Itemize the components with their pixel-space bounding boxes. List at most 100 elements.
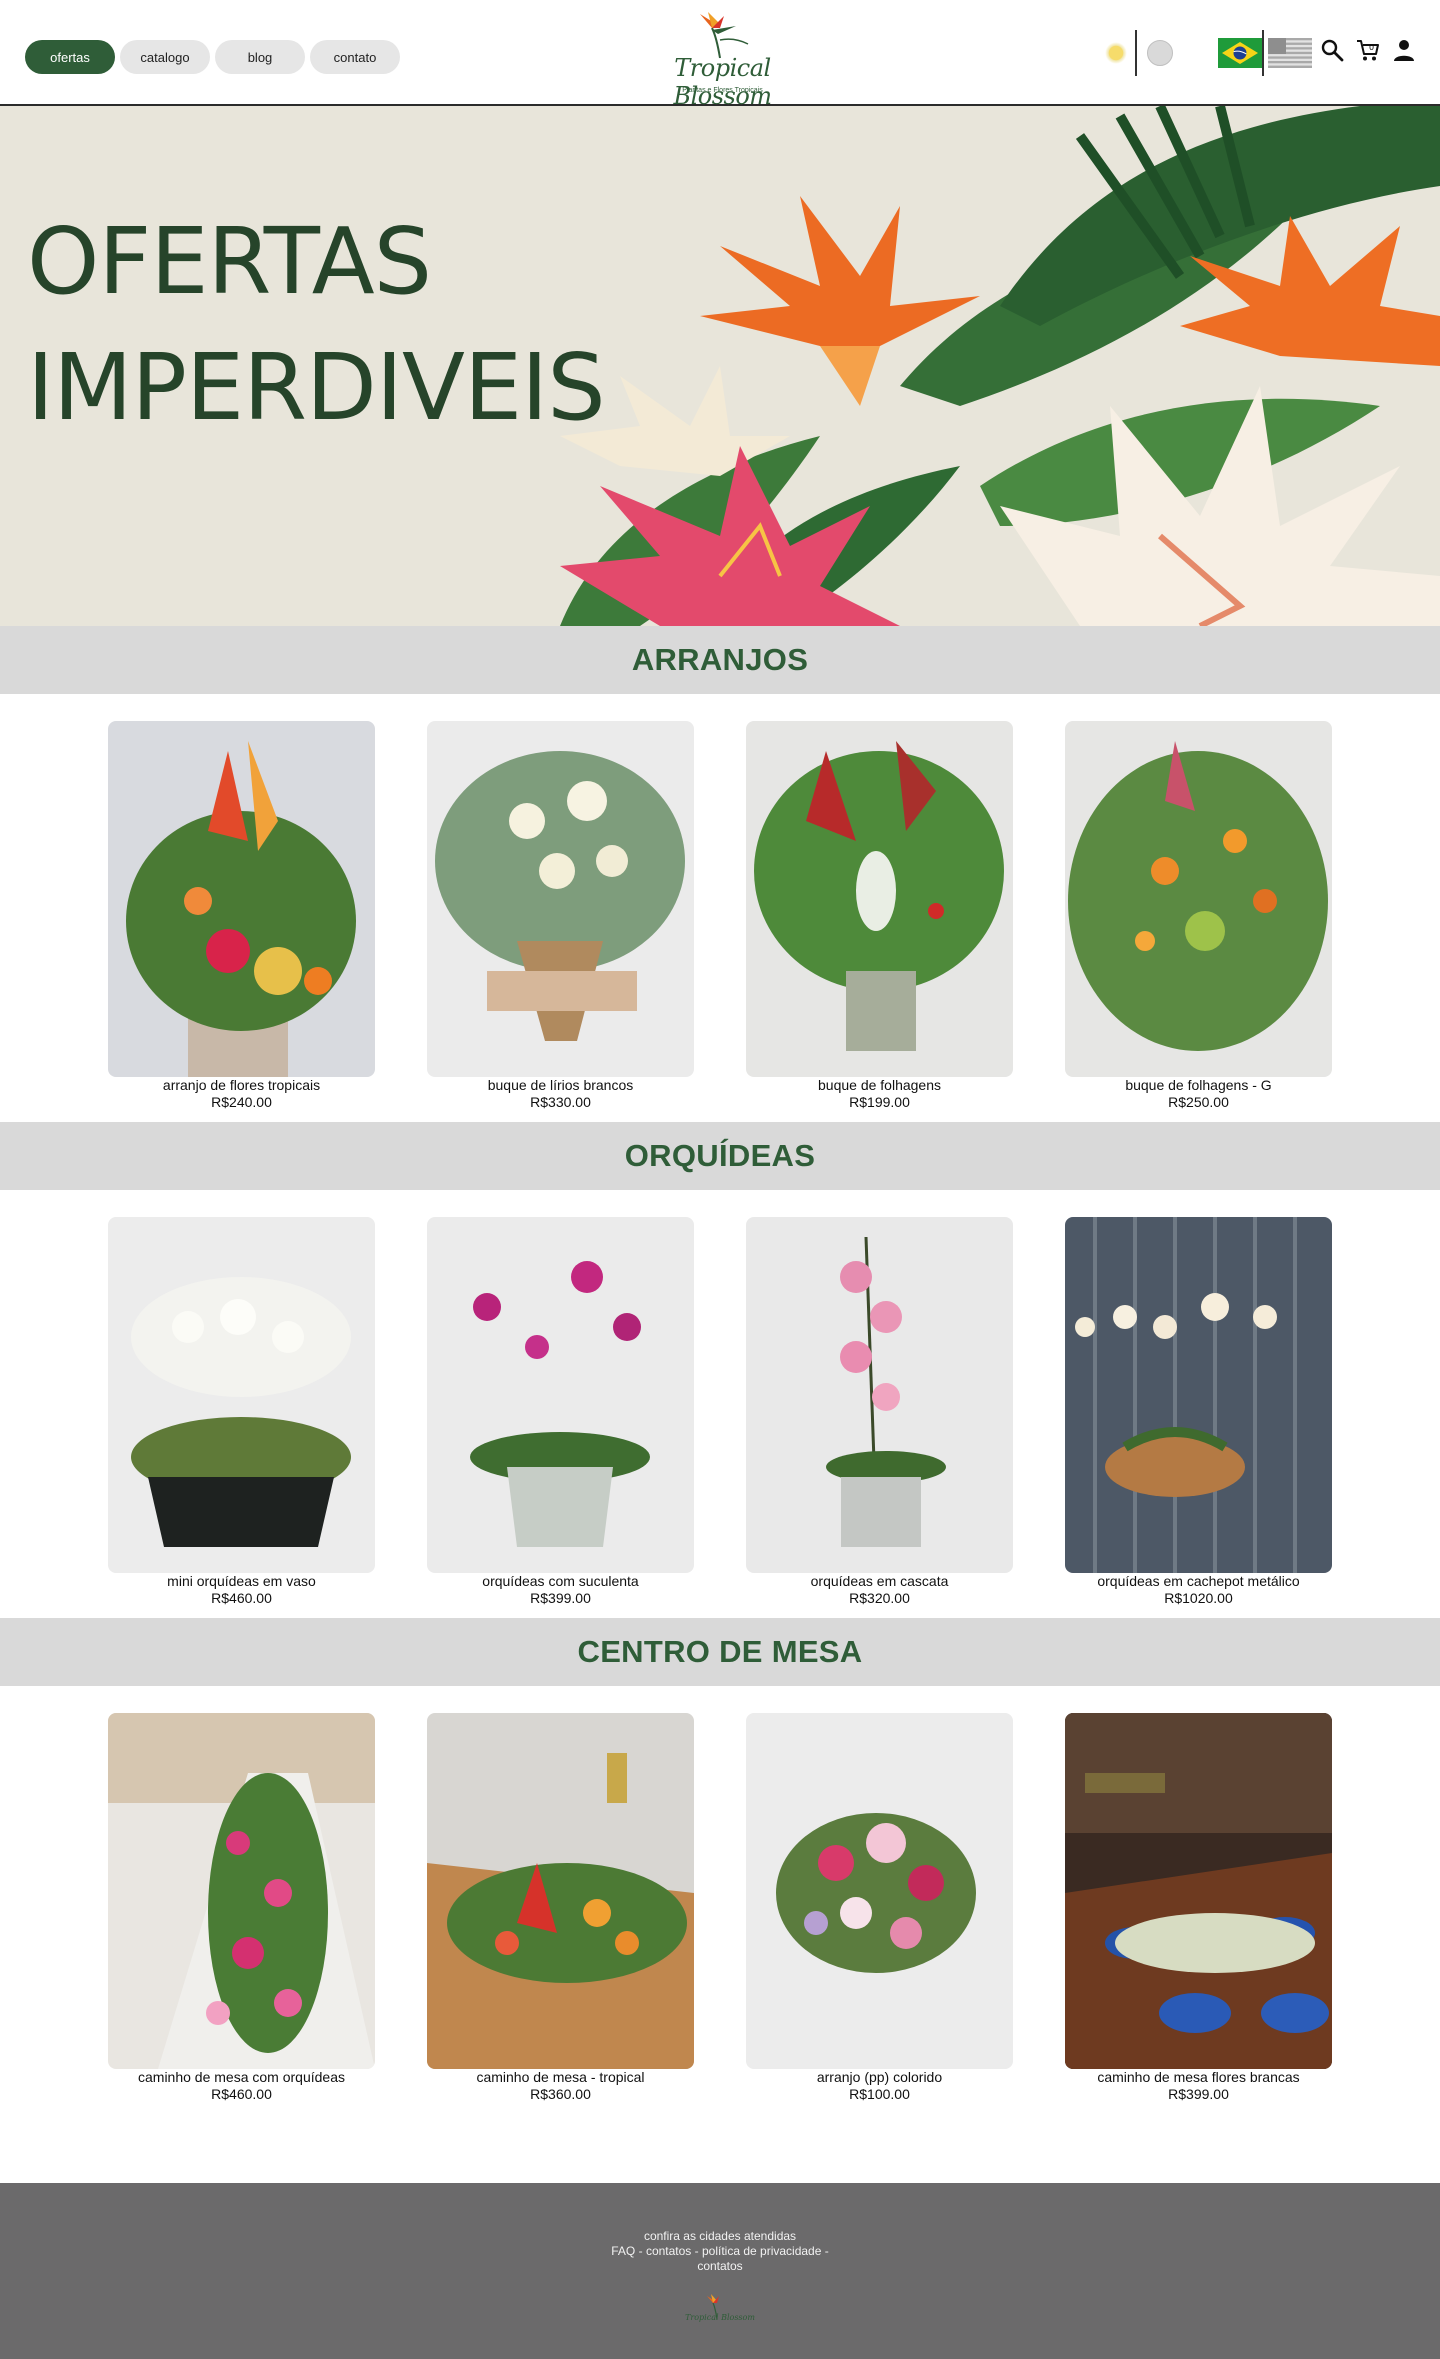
product-card[interactable]: caminho de mesa - tropical R$360.00 — [427, 1713, 694, 2103]
product-name: orquídeas em cascata — [810, 1573, 949, 1589]
nav-blog-button[interactable]: blog — [215, 40, 305, 74]
brazil-flag-icon[interactable] — [1218, 38, 1262, 68]
product-name: arranjo (pp) colorido — [816, 2069, 943, 2085]
product-name: arranjo de flores tropicais — [162, 1077, 321, 1093]
product-price: R$399.00 — [1168, 2086, 1229, 2102]
product-name: orquídeas com suculenta — [482, 1573, 639, 1589]
product-image — [746, 1713, 1013, 2069]
nav-catalogo-button[interactable]: catalogo — [120, 40, 210, 74]
product-price: R$1020.00 — [1164, 1590, 1233, 1606]
footer-logo[interactable]: Tropical Blossom — [685, 2293, 755, 2333]
product-price: R$460.00 — [211, 1590, 272, 1606]
product-grid: mini orquídeas em vaso R$460.00 orquídea… — [0, 1190, 1440, 1618]
product-card[interactable]: buque de folhagens R$199.00 — [746, 721, 1013, 1111]
product-price: R$240.00 — [211, 1094, 272, 1110]
product-image — [746, 721, 1013, 1077]
footer-contatos-link-2[interactable]: contatos — [697, 2259, 742, 2273]
language-divider — [1262, 30, 1264, 76]
bird-of-paradise-logo-icon — [700, 12, 749, 59]
section-header: CENTRO DE MESA — [0, 1618, 1440, 1686]
product-card[interactable]: buque de folhagens - G R$250.00 — [1065, 721, 1332, 1111]
site-footer: confira as cidades atendidas FAQ - conta… — [0, 2183, 1440, 2359]
product-image — [108, 721, 375, 1077]
product-name: caminho de mesa com orquídeas — [138, 2069, 345, 2085]
product-name: mini orquídeas em vaso — [167, 1573, 316, 1589]
footer-privacy-link[interactable]: política de privacidade — [702, 2244, 821, 2258]
product-card[interactable]: caminho de mesa com orquídeas R$460.00 — [108, 1713, 375, 2103]
section-centro-de-mesa: CENTRO DE MESA caminho de mesa com orquí… — [0, 1618, 1440, 2114]
cart-icon[interactable]: 0 — [1356, 38, 1380, 62]
section-title: ARRANJOS — [631, 642, 809, 677]
main-nav: ofertas catalogo blog contato — [25, 40, 400, 74]
header-actions: 0 — [1320, 38, 1416, 62]
hero-banner: OFERTAS IMPERDIVEIS — [0, 106, 1440, 626]
svg-text:0: 0 — [1369, 43, 1374, 52]
moon-icon[interactable] — [1147, 40, 1173, 66]
product-image — [108, 1217, 375, 1573]
product-price: R$320.00 — [849, 1590, 910, 1606]
site-header: ofertas catalogo blog contato Tropical B… — [0, 0, 1440, 110]
product-image — [1065, 1713, 1332, 2069]
product-image — [108, 1713, 375, 2069]
product-name: buque de lírios brancos — [487, 1077, 634, 1093]
hero-title-line-1: OFERTAS — [27, 208, 432, 315]
footer-contatos-link[interactable]: contatos — [646, 2244, 691, 2258]
user-icon[interactable] — [1392, 38, 1416, 62]
product-image — [427, 1713, 694, 2069]
product-price: R$100.00 — [849, 2086, 910, 2102]
product-image — [427, 1217, 694, 1573]
product-name: buque de folhagens — [818, 1077, 941, 1093]
product-card[interactable]: orquídeas em cascata R$320.00 — [746, 1217, 1013, 1607]
product-grid: caminho de mesa com orquídeas R$460.00 c… — [0, 1686, 1440, 2114]
product-image — [1065, 1217, 1332, 1573]
footer-cities-link[interactable]: confira as cidades atendidas — [644, 2229, 796, 2243]
product-price: R$360.00 — [530, 2086, 591, 2102]
section-title: ORQUÍDEAS — [624, 1138, 816, 1173]
product-image — [1065, 721, 1332, 1077]
product-card[interactable]: caminho de mesa flores brancas R$399.00 — [1065, 1713, 1332, 2103]
product-card[interactable]: arranjo (pp) colorido R$100.00 — [746, 1713, 1013, 2103]
product-card[interactable]: orquídeas com suculenta R$399.00 — [427, 1217, 694, 1607]
product-price: R$330.00 — [530, 1094, 591, 1110]
section-header: ORQUÍDEAS — [0, 1122, 1440, 1190]
product-name: caminho de mesa - tropical — [476, 2069, 645, 2085]
product-card[interactable]: arranjo de flores tropicais R$240.00 — [108, 721, 375, 1111]
product-card[interactable]: buque de lírios brancos R$330.00 — [427, 721, 694, 1111]
footer-links-2: contatos — [0, 2259, 1440, 2273]
product-name: caminho de mesa flores brancas — [1097, 2069, 1300, 2085]
page-spacer — [0, 2114, 1440, 2183]
section-arranjos: ARRANJOS arranjo de flores tropicais R$2… — [0, 626, 1440, 1122]
section-orquideas: ORQUÍDEAS mini orquídeas em vaso R$460.0… — [0, 1122, 1440, 1618]
product-card[interactable]: mini orquídeas em vaso R$460.00 — [108, 1217, 375, 1607]
search-icon[interactable] — [1320, 38, 1344, 62]
nav-contato-button[interactable]: contato — [310, 40, 400, 74]
product-price: R$199.00 — [849, 1094, 910, 1110]
sun-icon[interactable] — [1105, 42, 1127, 64]
svg-text:Tropical Blossom: Tropical Blossom — [685, 2313, 755, 2322]
preferences-toggles — [1100, 30, 1312, 76]
product-price: R$460.00 — [211, 2086, 272, 2102]
section-title: CENTRO DE MESA — [577, 1634, 863, 1669]
footer-cities-link-wrap: confira as cidades atendidas — [0, 2229, 1440, 2243]
logo-wordmark: Tropical Blossom — [673, 54, 772, 110]
product-card[interactable]: orquídeas em cachepot metálico R$1020.00 — [1065, 1217, 1332, 1607]
logo-tagline: Plantas e Flores Tropicais — [682, 87, 763, 94]
footer-links: FAQ - contatos - política de privacidade… — [0, 2244, 1440, 2258]
hero-title: OFERTAS IMPERDIVEIS — [27, 199, 606, 451]
product-grid: arranjo de flores tropicais R$240.00 buq… — [0, 694, 1440, 1122]
product-image — [427, 721, 694, 1077]
site-logo[interactable]: Tropical Blossom Plantas e Flores Tropic… — [630, 10, 815, 110]
footer-separator: - — [821, 2244, 829, 2258]
section-header: ARRANJOS — [0, 626, 1440, 694]
product-image — [746, 1217, 1013, 1573]
product-price: R$250.00 — [1168, 1094, 1229, 1110]
hero-title-line-2: IMPERDIVEIS — [27, 334, 606, 441]
theme-divider — [1135, 30, 1137, 76]
footer-separator: - — [635, 2244, 646, 2258]
product-name: buque de folhagens - G — [1125, 1077, 1272, 1093]
product-price: R$399.00 — [530, 1590, 591, 1606]
product-name: orquídeas em cachepot metálico — [1097, 1573, 1300, 1589]
nav-ofertas-button[interactable]: ofertas — [25, 40, 115, 74]
usa-flag-icon[interactable] — [1268, 38, 1312, 68]
footer-faq-link[interactable]: FAQ — [611, 2244, 635, 2258]
